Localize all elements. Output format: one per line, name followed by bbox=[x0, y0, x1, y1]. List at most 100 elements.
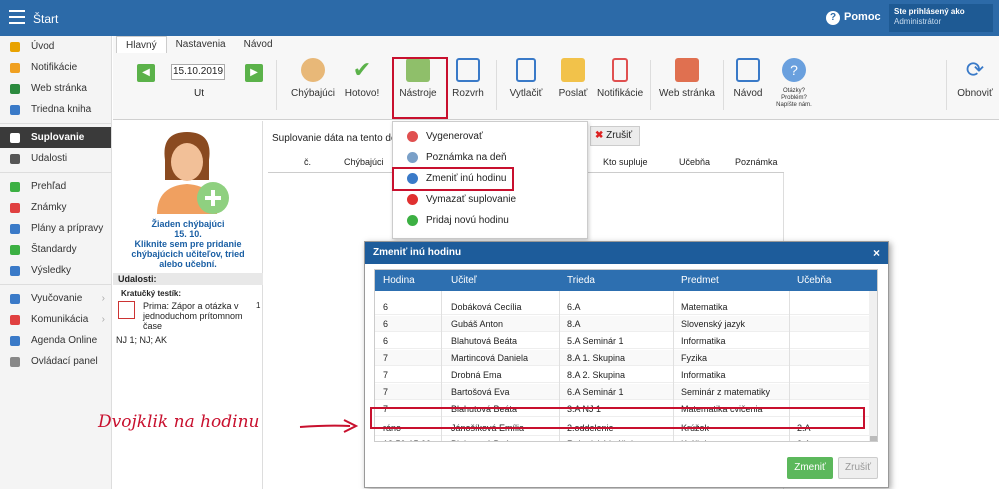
change-lesson-dialog: Zmeniť inú hodinu × Hodina Učiteľ Trieda … bbox=[364, 241, 889, 488]
prev-day-button[interactable]: ◀ bbox=[137, 64, 155, 82]
chevron-right-icon: › bbox=[101, 293, 105, 304]
no-absent-date: 15. 10. bbox=[174, 229, 202, 239]
sidebar-item-úvod[interactable]: Úvod bbox=[0, 36, 111, 57]
col-trieda[interactable]: Trieda bbox=[567, 275, 595, 286]
events-heading: Udalosti: bbox=[113, 273, 263, 285]
sidebar-item-štandardy[interactable]: Štandardy bbox=[0, 239, 111, 260]
col-kto: Kto supluje bbox=[603, 157, 648, 167]
tab-nastavenia[interactable]: Nastavenia bbox=[167, 36, 235, 53]
vytlacit-button[interactable]: Vytlačiť bbox=[505, 58, 547, 99]
web-button[interactable]: Web stránka bbox=[657, 58, 717, 99]
event-text[interactable]: Prima: Zápor a otázka v jednoduchom prít… bbox=[143, 301, 243, 331]
bar-chart-icon bbox=[10, 265, 20, 276]
col-ucitel[interactable]: Učiteľ bbox=[451, 275, 477, 286]
scrollbar[interactable] bbox=[869, 291, 877, 441]
lesson-cell: 8.A bbox=[567, 319, 581, 329]
hotovo-label: Hotovo! bbox=[344, 88, 380, 99]
poslat-label: Poslať bbox=[558, 88, 588, 99]
menu-item-0[interactable]: Vygenerovať bbox=[393, 126, 589, 146]
col-hodina[interactable]: Hodina bbox=[383, 275, 415, 286]
sidebar-item-triedna-kniha[interactable]: Triedna kniha bbox=[0, 99, 111, 120]
lesson-cell: 6.A bbox=[567, 302, 581, 312]
obnovit-button[interactable]: ⟳ Obnoviť bbox=[955, 58, 995, 100]
app-title[interactable]: Štart bbox=[33, 12, 58, 26]
lesson-cell: 6 bbox=[383, 319, 389, 329]
scroll-thumb[interactable] bbox=[870, 436, 877, 441]
tab-navod[interactable]: Návod bbox=[235, 36, 282, 53]
tab-hlavny[interactable]: Hlavný bbox=[116, 36, 167, 53]
next-day-button[interactable]: ▶ bbox=[245, 64, 263, 82]
sidebar-item-známky[interactable]: Známky bbox=[0, 197, 111, 218]
lesson-cell: Krúžok bbox=[681, 439, 709, 441]
col-c: č. bbox=[304, 157, 312, 167]
navod-button[interactable]: Návod bbox=[729, 58, 767, 99]
close-icon[interactable]: × bbox=[873, 242, 880, 264]
plan-icon bbox=[10, 223, 20, 234]
menu-icon[interactable] bbox=[9, 10, 25, 24]
ribbon-tabs: Hlavný Nastavenia Návod bbox=[113, 36, 999, 53]
lesson-row[interactable]: 13:50-15:00 Blahutová Beáta Robotický krúž… bbox=[375, 436, 869, 441]
question-icon: ? bbox=[826, 11, 840, 25]
lesson-cell: Robotický krúžok bbox=[567, 439, 636, 441]
sidebar-item-label: Úvod bbox=[31, 41, 55, 52]
sidebar-item-suplovanie[interactable]: Suplovanie bbox=[0, 127, 111, 148]
hotovo-button[interactable]: ✔ Hotovo! bbox=[342, 58, 382, 100]
ribbon: Hlavný Nastavenia Návod ◀ 15.10.2019 ▶ U… bbox=[113, 36, 999, 120]
help-label: Pomoc bbox=[844, 11, 881, 23]
user-menu[interactable]: Ste prihlásený ako Administrátor bbox=[889, 4, 993, 32]
col-ucebna[interactable]: Učebňa bbox=[797, 275, 831, 286]
sidebar-item-udalosti[interactable]: Udalosti bbox=[0, 148, 111, 169]
sidebar-item-label: Výsledky bbox=[31, 265, 72, 276]
sidebar-item-label: Komunikácia bbox=[31, 314, 89, 325]
print-icon bbox=[516, 58, 536, 82]
date-field[interactable]: 15.10.2019 bbox=[171, 64, 225, 80]
lesson-cell: 8.A 1. Skupina bbox=[567, 353, 626, 363]
person-icon bbox=[301, 58, 325, 82]
sidebar-item-výsledky[interactable]: Výsledky bbox=[0, 260, 111, 281]
lesson-row[interactable]: 7 Bartošová Eva 6.A Seminár 1 Seminár z mat… bbox=[375, 384, 869, 400]
sidebar-item-prehľad[interactable]: Prehľad bbox=[0, 176, 111, 197]
menu-item-icon bbox=[407, 214, 418, 226]
zrusit-button[interactable]: Zrušiť bbox=[838, 457, 878, 479]
lesson-row[interactable]: 7 Drobná Ema 8.A 2. Skupina Informatika bbox=[375, 367, 869, 383]
support-button[interactable]: ? Otázky? Problém? Napíšte nám. bbox=[769, 58, 819, 109]
user-icon bbox=[10, 132, 20, 143]
chybajuci-button[interactable]: Chýbajúci bbox=[289, 58, 337, 99]
calendar-icon bbox=[10, 153, 20, 164]
highlight-zmenit bbox=[392, 167, 514, 191]
chybajuci-label: Chýbajúci bbox=[291, 88, 335, 99]
sidebar-item-komunikácia[interactable]: Komunikácia › bbox=[0, 309, 111, 330]
lesson-row[interactable]: 6 Gubáš Anton 8.A Slovenský jazyk bbox=[375, 316, 869, 332]
mail-icon bbox=[10, 62, 20, 73]
sidebar-item-label: Ovládací panel bbox=[31, 356, 98, 367]
rozvrh-label: Rozvrh bbox=[452, 88, 484, 99]
sidebar-item-vyučovanie[interactable]: Vyučovanie › bbox=[0, 288, 111, 309]
lesson-cell: Slovenský jazyk bbox=[681, 319, 746, 329]
lesson-cell: 7 bbox=[383, 387, 389, 397]
sidebar-item-notifikácie[interactable]: Notifikácie bbox=[0, 57, 111, 78]
lesson-row[interactable]: 6 Blahutová Beáta 5.A Seminár 1 Informatika bbox=[375, 333, 869, 349]
arrow-icon bbox=[299, 419, 359, 433]
sidebar-item-plány-a-prípravy[interactable]: Plány a prípravy bbox=[0, 218, 111, 239]
menu-item-4[interactable]: Pridaj novú hodinu bbox=[393, 210, 589, 230]
cancel-substitution-button[interactable]: ✖ Zrušiť bbox=[590, 126, 640, 146]
sidebar-item-label: Notifikácie bbox=[31, 62, 78, 73]
sidebar-item-agenda-online[interactable]: Agenda Online bbox=[0, 330, 111, 351]
pen-icon bbox=[10, 335, 20, 346]
sidebar-item-web-stránka[interactable]: Web stránka bbox=[0, 78, 111, 99]
menu-item-3[interactable]: Vymazať suplovanie bbox=[393, 189, 589, 209]
otazky-label: Otázky? bbox=[782, 88, 805, 94]
poslat-button[interactable]: Poslať bbox=[553, 58, 593, 99]
lesson-row[interactable]: 7 Martincová Daniela 8.A 1. Skupina Fyzika bbox=[375, 350, 869, 366]
notifikacie-button[interactable]: Notifikácie bbox=[597, 58, 643, 99]
sidebar-item-label: Vyučovanie bbox=[31, 293, 83, 304]
zmenit-button[interactable]: Zmeniť bbox=[787, 457, 833, 479]
lesson-row[interactable]: 6 Dobáková Cecília 6.A Matematika bbox=[375, 299, 869, 315]
sidebar-item-ovládací-panel[interactable]: Ovládací panel bbox=[0, 351, 111, 372]
menu-item-icon bbox=[407, 151, 418, 163]
day-label: Ut bbox=[194, 88, 204, 99]
rozvrh-button[interactable]: Rozvrh bbox=[449, 58, 487, 99]
help-button[interactable]: ? Pomoc bbox=[826, 11, 881, 25]
menu-item-1[interactable]: Poznámka na deň bbox=[393, 147, 589, 167]
col-predmet[interactable]: Predmet bbox=[681, 275, 719, 286]
